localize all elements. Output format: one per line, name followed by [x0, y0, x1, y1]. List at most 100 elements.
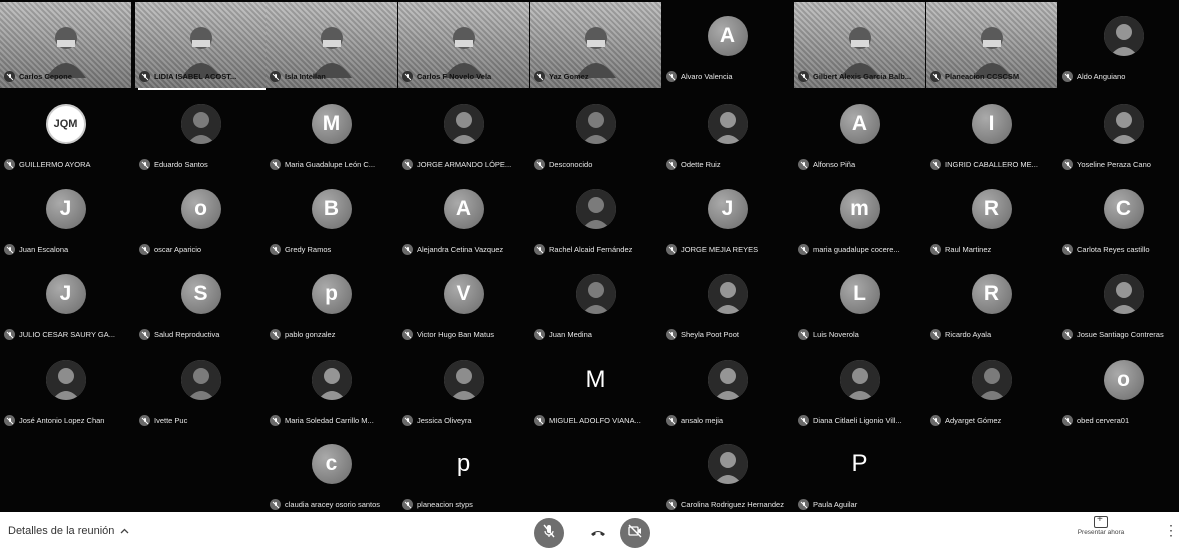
more-vert-icon: ⋮	[1164, 522, 1178, 538]
mic-off-icon	[798, 244, 809, 255]
avatar-initial: C	[1103, 189, 1144, 229]
participant-tile[interactable]: o oscar Aparicio	[135, 175, 266, 261]
avatar-initial: B	[311, 189, 352, 229]
participant-name: Yaz Gomez	[549, 72, 589, 81]
participant-tile[interactable]: R Raul Martinez	[926, 175, 1057, 261]
participant-tile[interactable]: Juan Medina	[530, 260, 661, 346]
mic-off-icon	[1062, 71, 1073, 82]
participant-tile[interactable]: V Victor Hugo Ban Matus	[398, 260, 529, 346]
avatar-photo	[1103, 274, 1144, 314]
avatar-initial: o	[180, 189, 221, 229]
participant-name: Victor Hugo Ban Matus	[417, 330, 494, 339]
participant-tile[interactable]: c claudia aracey osorio santos	[266, 430, 397, 516]
participant-tile[interactable]: Adyarget Gómez	[926, 346, 1057, 432]
participant-tile[interactable]: Isla Intellan	[266, 2, 397, 88]
participant-tile[interactable]: P Paula Aguilar	[794, 430, 925, 516]
participant-tile[interactable]: JQM GUILLERMO AYORA	[0, 90, 131, 176]
more-options-button[interactable]: ⋮	[1164, 523, 1178, 537]
participant-tile[interactable]: JORGE ARMANDO LÓPE...	[398, 90, 529, 176]
mic-off-icon	[930, 329, 941, 340]
participant-tile[interactable]: Maria Soledad Carrillo M...	[266, 346, 397, 432]
participant-name: Carlos Cepone	[19, 72, 72, 81]
mic-off-icon	[534, 71, 545, 82]
meeting-details-button[interactable]: Detalles de la reunión	[8, 525, 129, 537]
mic-off-icon	[270, 71, 281, 82]
avatar-initial: A	[839, 104, 880, 144]
participant-name: Ivette Puc	[154, 416, 188, 425]
mic-off-icon	[4, 415, 15, 426]
participant-tile[interactable]: A Alvaro Valencia	[662, 2, 793, 88]
participant-tile[interactable]: m maria guadalupe cocere...	[794, 175, 925, 261]
participant-tile[interactable]: Desconocido	[530, 90, 661, 176]
participant-tile[interactable]: Carlos Cepone	[0, 2, 131, 88]
mic-off-icon	[4, 159, 15, 170]
participant-name: JORGE MEJIA REYES	[681, 245, 759, 254]
participant-tile[interactable]: o obed cervera01	[1058, 346, 1179, 432]
participant-tile[interactable]: Gilbert Alexis Garcia Balb...	[794, 2, 925, 88]
participant-tile[interactable]: A Alfonso Piña	[794, 90, 925, 176]
mic-off-icon	[270, 244, 281, 255]
participant-tile[interactable]: I INGRID CABALLERO ME...	[926, 90, 1057, 176]
participant-tile[interactable]: J JORGE MEJIA REYES	[662, 175, 793, 261]
participant-tile[interactable]: A Alejandra Cetina Vazquez	[398, 175, 529, 261]
camera-toggle-button[interactable]	[620, 518, 650, 548]
participant-tile[interactable]: Ivette Puc	[135, 346, 266, 432]
participant-name: Desconocido	[549, 160, 593, 169]
participant-tile[interactable]: Jessica Oliveyra	[398, 346, 529, 432]
avatar-photo	[443, 360, 484, 400]
avatar-initial: V	[443, 274, 484, 314]
participant-tile[interactable]: José Antonio Lopez Chan	[0, 346, 131, 432]
participant-name: Carolina Rodriguez Hernandez	[681, 500, 784, 509]
participant-tile[interactable]: ansalo mejia	[662, 346, 793, 432]
participant-name: Gilbert Alexis Garcia Balb...	[813, 72, 912, 81]
call-end-icon	[590, 526, 606, 543]
mic-off-icon	[534, 159, 545, 170]
participant-tile[interactable]: B Gredy Ramos	[266, 175, 397, 261]
participant-name: JORGE ARMANDO LÓPE...	[417, 160, 512, 169]
participant-tile[interactable]: J Juan Escalona	[0, 175, 131, 261]
avatar-initial: R	[971, 189, 1012, 229]
mic-off-icon	[139, 329, 150, 340]
avatar-initial: A	[443, 189, 484, 229]
participant-tile[interactable]: C Carlota Reyes castillo	[1058, 175, 1179, 261]
participant-tile[interactable]: M MIGUEL ADOLFO VIANA...	[530, 346, 661, 432]
participant-tile[interactable]: Odette Ruiz	[662, 90, 793, 176]
participant-tile[interactable]: p pablo gonzalez	[266, 260, 397, 346]
participant-tile[interactable]: J JULIO CESAR SAURY GA...	[0, 260, 131, 346]
participant-tile[interactable]: Diana Citlaeli Ligonio Vill...	[794, 346, 925, 432]
participant-tile[interactable]: Planeacion CCSCSM	[926, 2, 1057, 88]
mic-off-icon	[930, 415, 941, 426]
participant-tile[interactable]: M Maria Guadalupe León C...	[266, 90, 397, 176]
participant-tile[interactable]: Rachel Alcaid Fernández	[530, 175, 661, 261]
mic-off-icon	[402, 244, 413, 255]
participant-tile[interactable]: Aldo Anguiano	[1058, 2, 1179, 88]
participant-tile[interactable]: LIDIA ISABEL ACOST...	[135, 2, 266, 88]
participant-tile[interactable]: Josue Santiago Contreras	[1058, 260, 1179, 346]
participant-tile[interactable]: R Ricardo Ayala	[926, 260, 1057, 346]
avatar-photo	[311, 360, 352, 400]
participant-video-person	[310, 22, 354, 78]
avatar-initial: c	[311, 444, 352, 484]
mic-off-icon	[798, 415, 809, 426]
participant-tile[interactable]: Sheyla Poot Poot	[662, 260, 793, 346]
participant-tile[interactable]: Carolina Rodriguez Hernandez	[662, 430, 793, 516]
avatar-initial: p	[456, 450, 471, 477]
avatar-photo	[180, 104, 221, 144]
participant-tile[interactable]: L Luis Noverola	[794, 260, 925, 346]
participant-name: Sheyla Poot Poot	[681, 330, 739, 339]
participant-name: Jessica Oliveyra	[417, 416, 472, 425]
participant-tile[interactable]: Yoseline Peraza Cano	[1058, 90, 1179, 176]
participant-tile[interactable]: Carlos F Novelo Vela	[398, 2, 529, 88]
participant-tile[interactable]: Eduardo Santos	[135, 90, 266, 176]
present-now-button[interactable]: Presentar ahora	[1066, 514, 1136, 536]
mic-toggle-button[interactable]	[534, 518, 564, 548]
participant-name: claudia aracey osorio santos	[285, 500, 381, 509]
participant-video-person	[838, 22, 882, 78]
participant-tile[interactable]: Yaz Gomez	[530, 2, 661, 88]
mic-off-icon	[1062, 159, 1073, 170]
participant-tile[interactable]: p planeacion styps	[398, 430, 529, 516]
end-call-button[interactable]	[590, 526, 606, 538]
mic-off-icon	[666, 415, 677, 426]
participant-tile[interactable]: S Salud Reproductiva	[135, 260, 266, 346]
avatar-initial: p	[311, 274, 352, 314]
